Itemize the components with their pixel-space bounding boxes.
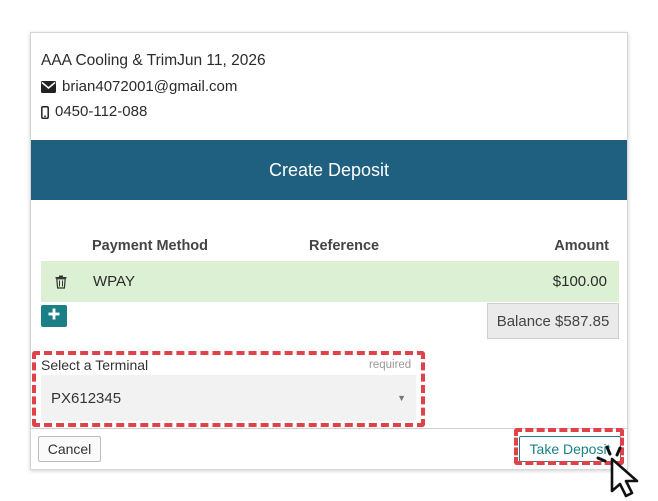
mobile-phone-icon [41, 105, 49, 119]
phone-line: 0450-112-088 [41, 102, 266, 122]
company-title: AAA Cooling & TrimJun 11, 2026 [41, 52, 266, 69]
footer-divider [31, 428, 627, 429]
plus-icon [48, 307, 60, 325]
column-header-payment-method: Payment Method [92, 238, 209, 254]
terminal-required-hint: required [369, 359, 412, 371]
caret-down-icon: ▼ [397, 393, 406, 403]
payment-method-value: WPAY [93, 273, 135, 290]
dialog-title: Create Deposit [31, 140, 627, 200]
phone-text: 0450-112-088 [55, 103, 148, 120]
trash-icon[interactable] [41, 275, 81, 289]
payment-amount-value: $100.00 [552, 273, 607, 290]
deposit-dialog: AAA Cooling & TrimJun 11, 2026 brian4072… [30, 32, 628, 470]
email-text: brian4072001@gmail.com [62, 78, 238, 95]
terminal-label: Select a Terminal [41, 357, 149, 373]
column-header-reference: Reference [309, 238, 380, 254]
terminal-select[interactable]: PX612345 ▼ [41, 375, 416, 421]
click-cursor-icon [594, 443, 654, 499]
balance-badge: Balance $587.85 [487, 303, 619, 339]
payment-row: WPAY $100.00 [41, 261, 619, 302]
terminal-selected-value: PX612345 [51, 389, 122, 407]
customer-info: AAA Cooling & TrimJun 11, 2026 brian4072… [41, 51, 266, 122]
add-payment-button[interactable] [41, 305, 67, 327]
envelope-icon [41, 81, 56, 93]
cancel-button[interactable]: Cancel [38, 436, 101, 462]
email-line: brian4072001@gmail.com [41, 77, 266, 97]
column-header-amount: Amount [554, 238, 609, 254]
